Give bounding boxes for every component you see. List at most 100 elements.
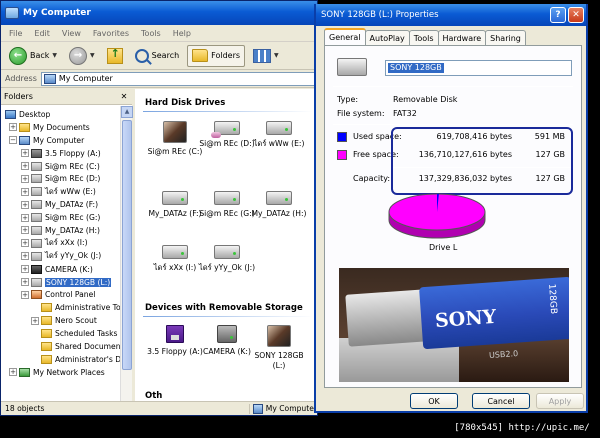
tree-item-label: CAMERA (K:)	[45, 264, 93, 274]
tree-item[interactable]: Administrative Too	[1, 301, 120, 314]
tree-item[interactable]: +3.5 Floppy (A:)	[1, 147, 120, 160]
up-button[interactable]	[103, 45, 127, 67]
tree-item-label: Administrative Too	[55, 303, 120, 313]
hard-drive-item[interactable]: ไดร์ yYy_Ok (J:)	[195, 241, 259, 273]
menu-help[interactable]: Help	[173, 29, 191, 38]
search-icon	[134, 48, 149, 63]
tree-item[interactable]: Administrator's Doc	[1, 353, 120, 366]
my-computer-icon	[5, 7, 19, 19]
tab-autoplay[interactable]: AutoPlay	[364, 30, 410, 45]
tree-item-label: My_DATAz (F:)	[45, 200, 99, 210]
ok-button[interactable]: OK	[410, 393, 458, 409]
tree-expander-icon[interactable]: +	[21, 265, 29, 274]
removable-drive-item[interactable]: SONY 128GB (L:)	[247, 321, 311, 371]
apply-button[interactable]: Apply	[536, 393, 584, 409]
tree-expander-icon[interactable]: +	[21, 174, 29, 183]
tree-expander-icon[interactable]: +	[21, 278, 29, 287]
scroll-up-icon[interactable]: ▲	[121, 106, 133, 118]
explorer-titlebar[interactable]: My Computer	[1, 1, 317, 25]
tab-general[interactable]: General	[324, 28, 366, 45]
tree-item[interactable]: + Si@m REc (D:)	[1, 172, 120, 185]
tree-item[interactable]: + My_DATAz (F:)	[1, 198, 120, 211]
usage-pie	[385, 190, 489, 246]
search-button[interactable]: Search	[131, 45, 183, 67]
tree-item[interactable]: + My Documents	[1, 121, 120, 134]
back-button[interactable]: ← Back ▼	[5, 45, 61, 67]
usb-brand-text: SONY	[434, 305, 497, 333]
tree-item[interactable]: + Si@m REc (C:)	[1, 160, 120, 173]
tree-item[interactable]: + ไดร์ xXx (I:)	[1, 237, 120, 250]
tree-expander-icon[interactable]: +	[21, 200, 29, 209]
camera-drive-icon	[217, 325, 237, 343]
hard-drive-icon	[163, 121, 187, 143]
tree-item[interactable]: + Nero Scout	[1, 314, 120, 327]
folder-icon	[19, 122, 30, 132]
tree-expander-icon[interactable]: +	[21, 252, 29, 261]
tree-item[interactable]: + Si@m REc (G:)	[1, 211, 120, 224]
group-divider	[143, 111, 313, 112]
menu-file[interactable]: File	[9, 29, 22, 38]
tree-expander-icon[interactable]: +	[9, 123, 17, 132]
status-bar: 18 objects My Computer	[1, 401, 317, 415]
volume-label-input[interactable]: SONY 128GB	[385, 60, 572, 76]
search-label: Search	[151, 51, 180, 60]
folder-icon	[41, 354, 52, 364]
scroll-thumb[interactable]	[122, 120, 132, 370]
tree-expander-icon[interactable]: +	[21, 290, 29, 299]
tree-expander-icon[interactable]: +	[21, 226, 29, 235]
status-object-count: 18 objects	[5, 404, 45, 413]
tree-expander-icon[interactable]: +	[21, 162, 29, 170]
explorer-title: My Computer	[23, 8, 91, 18]
hard-drive-item[interactable]: My_DATAz (H:)	[247, 187, 311, 219]
tree-item[interactable]: Scheduled Tasks	[1, 327, 120, 340]
tree-item[interactable]: − My Computer	[1, 134, 120, 147]
tree-expander-icon[interactable]: +	[21, 149, 29, 158]
tree-item[interactable]: + My_DATAz (H:)	[1, 224, 120, 237]
views-button[interactable]: ▼	[249, 45, 283, 67]
watermark-credit: [780x545] http://upic.me/	[454, 423, 590, 433]
tree-item[interactable]: Shared Documents	[1, 340, 120, 353]
tree-item[interactable]: + Control Panel	[1, 288, 120, 301]
tab-hardware[interactable]: Hardware	[437, 30, 487, 45]
tree-expander-icon[interactable]: +	[21, 213, 29, 222]
tree-item[interactable]: + ไดร์ yYy_Ok (J:)	[1, 250, 120, 263]
tree-item[interactable]: + ไดร์ wWw (E:)	[1, 185, 120, 198]
close-icon[interactable]: ✕	[568, 7, 584, 23]
general-tab-panel: SONY 128GB Type: Removable Disk File sys…	[324, 45, 582, 388]
address-input[interactable]: My Computer	[40, 71, 317, 86]
folders-scrollbar[interactable]: ▲	[120, 106, 133, 401]
folders-button[interactable]: Folders	[187, 44, 246, 67]
tree-item[interactable]: + My Network Places	[1, 366, 120, 379]
used-space-swatch	[337, 132, 347, 142]
tab-sharing[interactable]: Sharing	[485, 30, 526, 45]
hard-drive-icon	[214, 191, 240, 205]
tree-item[interactable]: + SONY 128GB (L:)	[1, 276, 120, 289]
tree-expander-icon[interactable]: +	[9, 368, 17, 377]
back-label: Back	[30, 51, 50, 60]
menu-tools[interactable]: Tools	[141, 29, 161, 38]
control-panel-icon	[31, 290, 42, 300]
close-icon[interactable]: ✕	[119, 92, 129, 102]
hard-drive-item[interactable]: ไดร์ wWw (E:)	[247, 117, 311, 149]
tree-item-label: ไดร์ yYy_Ok (J:)	[45, 251, 102, 261]
tree-item-label: Scheduled Tasks	[55, 329, 118, 339]
tree-item[interactable]: Desktop	[1, 108, 120, 121]
tree-item-label: 3.5 Floppy (A:)	[45, 148, 101, 158]
forward-button[interactable]: → ▼	[65, 45, 99, 67]
cancel-button[interactable]: Cancel	[472, 393, 530, 409]
help-icon[interactable]: ?	[550, 7, 566, 23]
menu-view[interactable]: View	[62, 29, 81, 38]
usb-drive-photo: SONY 128GB USB2.0	[339, 268, 569, 382]
tree-item[interactable]: + CAMERA (K:)	[1, 263, 120, 276]
tree-expander-icon[interactable]: −	[9, 136, 17, 145]
menu-favorites[interactable]: Favorites	[93, 29, 129, 38]
hard-disk-heading: Hard Disk Drives	[145, 98, 226, 108]
menu-edit[interactable]: Edit	[34, 29, 50, 38]
tree-expander-icon[interactable]: +	[21, 187, 29, 196]
filesystem-value: FAT32	[393, 109, 417, 118]
tree-expander-icon[interactable]: +	[21, 239, 29, 248]
tree-expander-icon[interactable]: +	[31, 316, 39, 325]
dialog-titlebar[interactable]: SONY 128GB (L:) Properties ? ✕	[316, 4, 586, 26]
drive-icon	[31, 213, 42, 223]
tab-tools[interactable]: Tools	[408, 30, 439, 45]
